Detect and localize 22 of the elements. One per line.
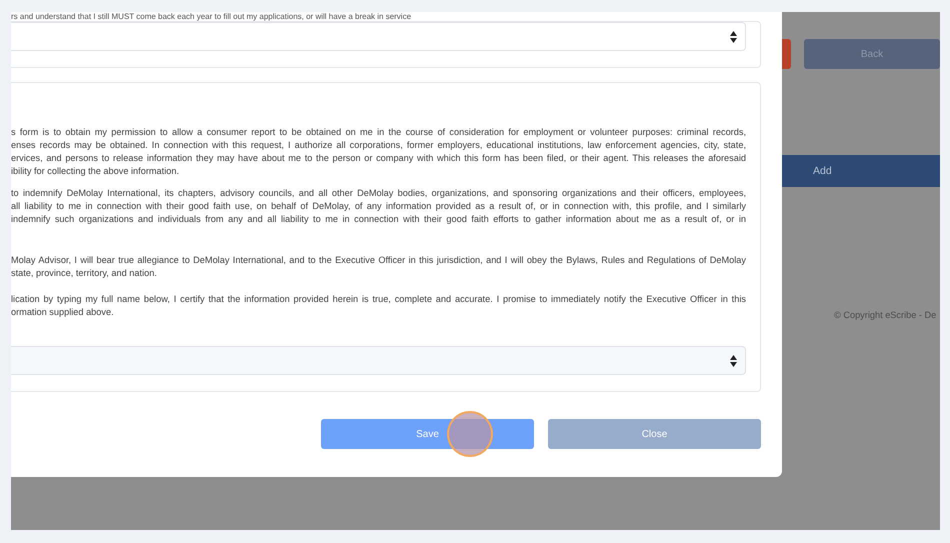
paragraph-line: all liability to me in connection with their good faith use, on behalf of DeMolay, of any information provided as a result of, or in connection with, this profile, and I similarly	[11, 200, 746, 213]
paragraph-line: ormation supplied above.	[11, 306, 115, 319]
click-marker	[447, 411, 493, 457]
action-button[interactable]	[782, 39, 791, 69]
close-button[interactable]: Close	[548, 419, 761, 449]
select-field[interactable]	[11, 22, 746, 51]
copyright-text: © Copyright eScribe - De	[834, 310, 938, 320]
paragraph-line: ibility for collecting the above information.	[11, 165, 180, 178]
paragraph-line: Molay Advisor, I will bear true allegiance to DeMolay International, and to the Executive Officer in this jurisdiction, and I will obey the Bylaws, Rules and Regulations of DeMolay	[11, 254, 746, 267]
paragraph-line: indemnify such organizations and individuals from any and all liability to me in connection with their good faith efforts to gather information about me as a result of, or in	[11, 213, 746, 226]
paragraph-line: lication by typing my full name below, I certify that the information provided herein is true, complete and accurate. I promise to immediately notify the Executive Officer in this	[11, 293, 746, 306]
add-bar[interactable]: Add	[782, 155, 940, 187]
paragraph-line: state, province, territory, and nation.	[11, 267, 158, 280]
paragraph-line: ervices, and persons to release information they may have about me to the person or company with which this form has been filed, or their agent. This releases the aforesaid	[11, 152, 746, 165]
select-field[interactable]	[11, 346, 746, 375]
dropdown-arrows-icon	[730, 354, 737, 366]
intro-text: rs and understand that I still MUST come back each year to fill out my applications, or will have a break in service	[11, 12, 412, 21]
dropdown-arrows-icon	[730, 30, 737, 42]
back-button[interactable]: Back	[804, 39, 940, 69]
paragraph-line: s form is to obtain my permission to allow a consumer report to be obtained on me in the course of consideration for employment or volunteer purposes: criminal records,	[11, 126, 746, 139]
paragraph-line: to indemnify DeMolay International, its chapters, advisory councils, and all other DeMolay bodies, organizations, and sponsoring organizations and their officers, employees,	[11, 187, 746, 200]
paragraph-line: enses records may be obtained. In connection with this request, I authorize all corporations, former employers, educational institutions, law enforcement agencies, city, state,	[11, 139, 746, 152]
